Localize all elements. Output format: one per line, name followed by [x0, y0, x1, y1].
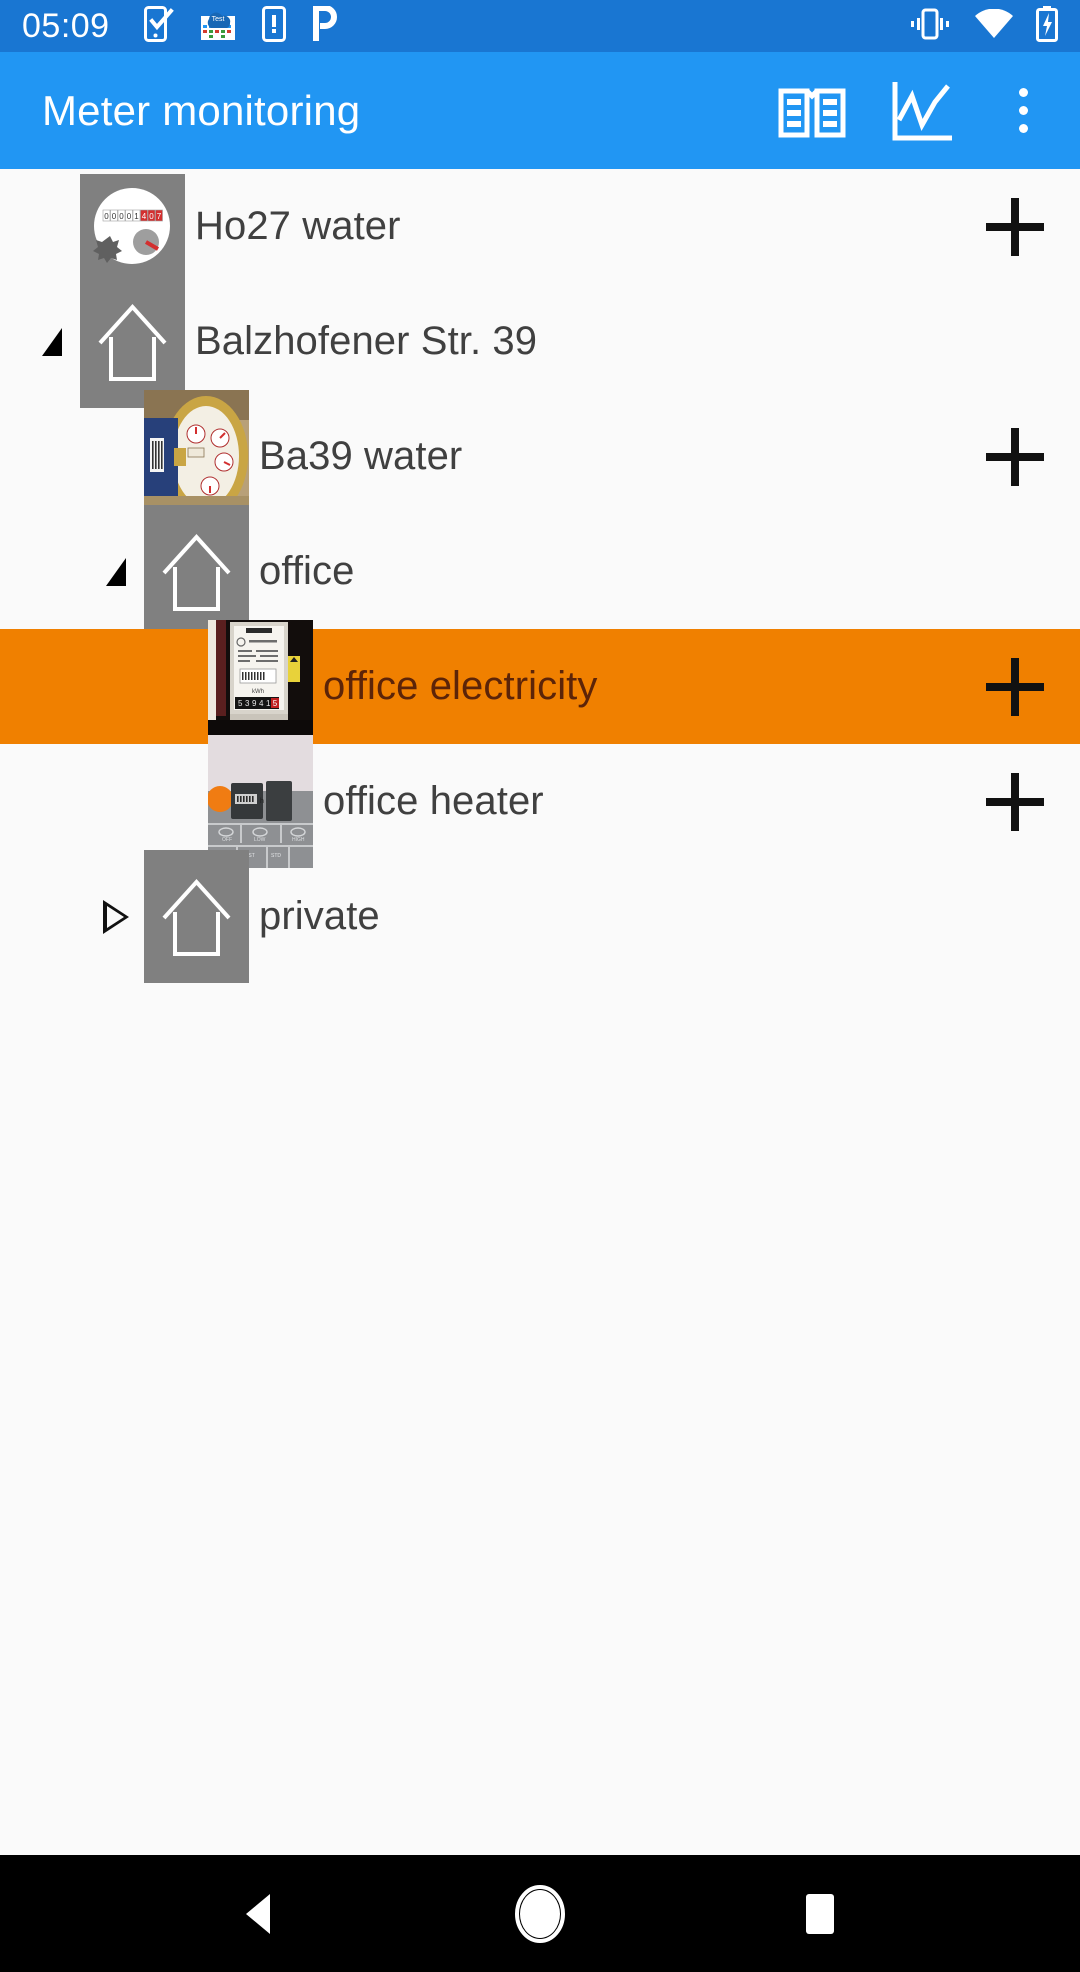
book-icon[interactable]: [776, 75, 848, 147]
svg-text:0: 0: [119, 212, 124, 221]
list-item[interactable]: hOFFLOWHIGHAPTTESTSTDoffice heater: [0, 735, 1080, 868]
list-item-label: office: [259, 549, 355, 593]
list-item-label: office electricity: [323, 664, 598, 708]
phone-check-icon: [143, 5, 174, 47]
svg-text:LOW: LOW: [254, 837, 266, 843]
list-item[interactable]: Ba39 water: [0, 390, 1080, 523]
svg-text:0: 0: [104, 212, 109, 221]
svg-text:4: 4: [259, 699, 264, 708]
svg-text:0: 0: [149, 212, 154, 221]
add-reading-button[interactable]: [986, 197, 1044, 256]
svg-text:OFF: OFF: [222, 837, 232, 843]
battery-charging-icon: [1036, 5, 1058, 47]
add-reading-button[interactable]: [986, 657, 1044, 716]
svg-text:kWh: kWh: [252, 689, 264, 695]
back-button[interactable]: [205, 1859, 315, 1969]
house-icon: [80, 275, 185, 408]
svg-text:1: 1: [134, 212, 139, 221]
status-clock: 05:09: [22, 7, 110, 45]
meter-tree-list[interactable]: 0 0 0 0 1 4 0 7 Ho27 water Balzhofener Str. 39 Ba3…: [0, 169, 1080, 1855]
expand-triangle-collapsed-icon[interactable]: [88, 899, 144, 934]
overflow-dot: [1018, 106, 1028, 115]
test-calendar-cloud-icon: Test: [200, 7, 236, 46]
list-item[interactable]: Balzhofener Str. 39: [0, 275, 1080, 408]
svg-text:9: 9: [252, 699, 257, 708]
svg-text:0: 0: [127, 212, 132, 221]
wifi-icon: [974, 8, 1014, 44]
heat-meter-photo: hOFFLOWHIGHAPTTESTSTD: [208, 735, 313, 868]
chart-line-icon[interactable]: [886, 75, 958, 147]
page-title: Meter monitoring: [42, 86, 361, 134]
list-item[interactable]: private: [0, 850, 1080, 983]
svg-text:HIGH: HIGH: [292, 837, 305, 843]
svg-text:4: 4: [142, 212, 147, 221]
svg-text:Test: Test: [211, 16, 224, 23]
svg-text:5: 5: [273, 699, 278, 708]
list-item[interactable]: office: [0, 505, 1080, 638]
list-item-label: Balzhofener Str. 39: [195, 319, 538, 363]
svg-text:3: 3: [245, 699, 250, 708]
add-reading-button[interactable]: [986, 427, 1044, 486]
list-item-label: office heater: [323, 779, 544, 823]
svg-text:0: 0: [112, 212, 117, 221]
overflow-dot: [1018, 124, 1028, 133]
list-item[interactable]: 0 0 0 0 1 4 0 7 Ho27 water: [0, 169, 1080, 284]
home-button[interactable]: [485, 1859, 595, 1969]
overflow-dot: [1018, 88, 1028, 97]
list-item[interactable]: kWh 5 3 9 4 1 5 office electricity: [0, 620, 1080, 753]
water-meter-photo: 00001407: [80, 174, 185, 279]
status-left-icons: Test: [143, 4, 338, 47]
expand-triangle-expanded-icon[interactable]: [88, 557, 144, 586]
recents-button[interactable]: [765, 1859, 875, 1969]
app-bar: Meter monitoring: [0, 52, 1080, 169]
status-right-icons: [908, 5, 1058, 47]
svg-text:5: 5: [238, 699, 243, 708]
vibrate-icon: [908, 7, 952, 46]
list-item-label: Ba39 water: [259, 434, 463, 478]
list-item-label: Ho27 water: [195, 204, 401, 248]
water-meter-photo-brass: [144, 390, 249, 523]
svg-text:h: h: [260, 798, 264, 805]
expand-triangle-expanded-icon[interactable]: [24, 327, 80, 356]
overflow-menu-icon[interactable]: [996, 75, 1050, 147]
status-bar: 05:09 Test: [0, 0, 1080, 52]
house-icon: [144, 850, 249, 983]
letter-p-icon: [312, 4, 338, 47]
add-reading-button[interactable]: [986, 772, 1044, 831]
app-bar-actions: [776, 75, 1050, 147]
list-item-label: private: [259, 894, 380, 938]
electricity-meter-photo: kWh 5 3 9 4 1 5: [208, 620, 313, 753]
phone-alert-icon: [261, 5, 286, 47]
android-nav-bar: [0, 1855, 1080, 1972]
house-icon: [144, 505, 249, 638]
svg-text:7: 7: [157, 212, 162, 221]
svg-text:1: 1: [266, 699, 271, 708]
